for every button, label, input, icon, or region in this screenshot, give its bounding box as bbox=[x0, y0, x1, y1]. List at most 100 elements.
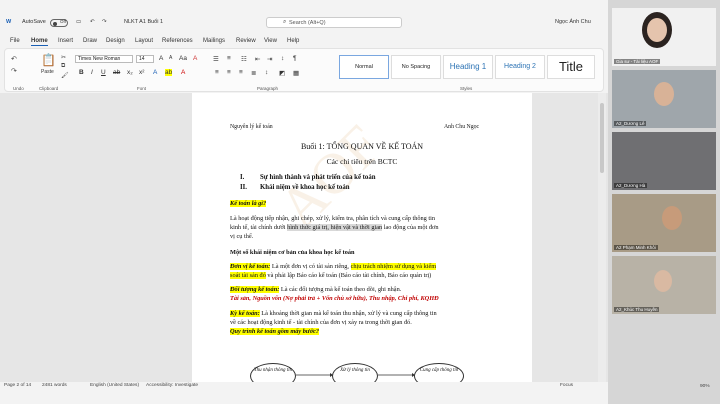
align-center-icon[interactable]: ≡ bbox=[227, 69, 231, 76]
undo-icon[interactable]: ↶ bbox=[90, 19, 95, 25]
vertical-scrollbar[interactable] bbox=[598, 93, 606, 382]
paste-icon[interactable]: 📋 bbox=[41, 53, 56, 67]
redo-icon[interactable]: ↷ bbox=[102, 19, 107, 25]
style-heading-2[interactable]: Heading 2 bbox=[495, 55, 545, 79]
question-heading: Quy trình kế toán gồm mấy bước? bbox=[230, 328, 320, 335]
zoom-level[interactable]: 90% bbox=[700, 384, 710, 389]
shrink-font-icon[interactable]: A bbox=[169, 55, 172, 61]
avatar bbox=[662, 206, 682, 230]
word-count[interactable]: 2481 words bbox=[42, 383, 67, 388]
participant-tile[interactable]: A2_Khúc Thu Huyền bbox=[612, 256, 716, 314]
tab-insert[interactable]: Insert bbox=[58, 38, 73, 44]
cut-icon[interactable]: ✂ bbox=[61, 54, 66, 61]
style-heading-1[interactable]: Heading 1 bbox=[443, 55, 493, 79]
focus-mode[interactable]: Focus bbox=[560, 383, 573, 388]
multilevel-list-icon[interactable]: ☷ bbox=[241, 55, 247, 63]
sort-icon[interactable]: ↕ bbox=[281, 55, 284, 62]
borders-icon[interactable]: ▦ bbox=[293, 69, 299, 77]
line-spacing-icon[interactable]: ↕ bbox=[265, 69, 268, 76]
redo-icon[interactable]: ↷ bbox=[11, 67, 17, 75]
decrease-indent-icon[interactable]: ⇤ bbox=[255, 55, 260, 63]
participant-tile[interactable]: A2_Dương Hà bbox=[612, 132, 716, 190]
underline-icon[interactable]: U bbox=[101, 69, 106, 76]
page-count[interactable]: Page 2 of 14 bbox=[4, 383, 31, 388]
list-number: I. bbox=[240, 174, 245, 181]
accessibility-status[interactable]: Accessibility: Investigate bbox=[146, 383, 198, 388]
participant-name: A2 Phạm Minh Khôi bbox=[614, 245, 658, 250]
clear-format-icon[interactable]: A bbox=[193, 55, 197, 62]
ribbon: ↶ ↷ 📋 Paste ✂ ⧉ 🖌 Times New Roman 14 A A… bbox=[4, 48, 604, 92]
bullets-icon[interactable]: ☰ bbox=[213, 55, 219, 63]
flow-arrows bbox=[296, 373, 415, 377]
shading-icon[interactable]: ◩ bbox=[279, 69, 285, 77]
header-left: Nguyên lý kế toán bbox=[230, 124, 273, 130]
style-normal[interactable]: Normal bbox=[339, 55, 389, 79]
highlight-icon[interactable]: ab bbox=[165, 69, 173, 76]
group-label-paragraph: Paragraph bbox=[257, 86, 279, 91]
tab-design[interactable]: Design bbox=[106, 38, 125, 44]
paragraph: vị cụ thể. bbox=[230, 233, 254, 240]
align-left-icon[interactable]: ≡ bbox=[215, 69, 219, 76]
grow-font-icon[interactable]: A bbox=[159, 55, 163, 62]
group-label-undo: Undo bbox=[13, 86, 24, 91]
superscript-icon[interactable]: x² bbox=[139, 69, 144, 76]
definition: về các hoạt động kinh tế - tài chính của… bbox=[230, 319, 412, 326]
participant-tile[interactable]: Gia sư - Tài liệu AOF bbox=[612, 8, 716, 66]
definition: soát tài sản đó và phải lập Báo cáo kế t… bbox=[230, 272, 432, 279]
bold-icon[interactable]: B bbox=[79, 69, 84, 76]
document-canvas[interactable]: AOF Nguyên lý kế toán Anh Chu Ngọc Buổi … bbox=[0, 93, 608, 389]
justify-icon[interactable]: ≣ bbox=[251, 69, 256, 77]
font-color-icon[interactable]: A bbox=[181, 69, 185, 76]
format-painter-icon[interactable]: 🖌 bbox=[61, 72, 69, 79]
user-name[interactable]: Ngọc Ánh Chu bbox=[555, 19, 591, 25]
tab-layout[interactable]: Layout bbox=[135, 38, 153, 44]
tab-help[interactable]: Help bbox=[287, 38, 299, 44]
language[interactable]: English (United States) bbox=[90, 383, 139, 388]
definition: Đơn vị kế toán: Là một đơn vị có tài sản… bbox=[230, 263, 437, 270]
search-icon: ⌕ bbox=[283, 19, 287, 25]
italic-icon[interactable]: I bbox=[91, 69, 93, 76]
status-bar: Page 2 of 14 2481 words English (United … bbox=[0, 382, 608, 390]
strikethrough-icon[interactable]: ab bbox=[113, 69, 120, 76]
avatar bbox=[654, 82, 674, 106]
participant-tile[interactable]: A2 Phạm Minh Khôi bbox=[612, 194, 716, 252]
definition: Kỳ kế toán: Là khoảng thời gian mà kế to… bbox=[230, 310, 437, 317]
align-right-icon[interactable]: ≡ bbox=[239, 69, 243, 76]
group-label-clipboard: Clipboard bbox=[39, 86, 59, 91]
style-no-spacing[interactable]: No Spacing bbox=[391, 55, 441, 79]
style-title[interactable]: Title bbox=[547, 55, 595, 79]
participant-name: A2_Khúc Thu Huyền bbox=[614, 307, 660, 312]
font-size-box[interactable]: 14 bbox=[136, 55, 154, 63]
subscript-icon[interactable]: x₂ bbox=[127, 69, 133, 76]
save-icon[interactable]: ▭ bbox=[76, 19, 81, 25]
doc-subtitle: Các chỉ tiêu trên BCTC bbox=[326, 157, 398, 166]
tab-mailings[interactable]: Mailings bbox=[203, 38, 225, 44]
tab-file[interactable]: File bbox=[10, 38, 20, 44]
pilcrow-icon[interactable]: ¶ bbox=[293, 55, 297, 62]
increase-indent-icon[interactable]: ⇥ bbox=[267, 55, 272, 63]
document-title: NLKT A1 Buổi 1 bbox=[124, 19, 164, 25]
autosave-state: Off bbox=[60, 19, 66, 24]
undo-icon[interactable]: ↶ bbox=[11, 55, 17, 63]
section-heading: Một số khái niệm cơ bản của khoa học kế … bbox=[230, 249, 355, 256]
tab-references[interactable]: References bbox=[162, 38, 193, 44]
definition: Đối tượng kế toán: Là các đối tượng mà k… bbox=[230, 286, 402, 293]
taskbar bbox=[0, 390, 608, 404]
copy-icon[interactable]: ⧉ bbox=[61, 63, 65, 70]
change-case-icon[interactable]: Aa bbox=[179, 55, 187, 62]
group-label-font: Font bbox=[137, 86, 147, 91]
word-icon: W bbox=[6, 19, 12, 25]
numbering-icon[interactable]: ≡ bbox=[227, 55, 231, 62]
list-item: Khái niệm về khoa học kế toán bbox=[260, 184, 350, 191]
tab-home[interactable]: Home bbox=[31, 38, 48, 46]
document-page[interactable]: AOF Nguyên lý kế toán Anh Chu Ngọc Buổi … bbox=[192, 93, 532, 389]
scroll-thumb[interactable] bbox=[600, 103, 604, 173]
tab-draw[interactable]: Draw bbox=[83, 38, 97, 44]
tab-view[interactable]: View bbox=[264, 38, 277, 44]
search-box[interactable]: ⌕ Search (Alt+Q) bbox=[266, 17, 402, 28]
tab-review[interactable]: Review bbox=[236, 38, 256, 44]
avatar-face bbox=[647, 18, 667, 42]
participant-tile[interactable]: A2_Dương Lê bbox=[612, 70, 716, 128]
font-name-box[interactable]: Times New Roman bbox=[75, 55, 133, 63]
text-effects-icon[interactable]: A bbox=[153, 69, 157, 76]
